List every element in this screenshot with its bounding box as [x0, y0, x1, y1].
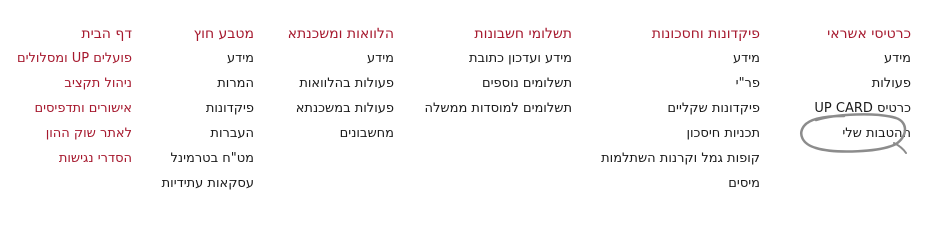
column-heading-foreign-currency[interactable]: מטבע חוץ	[162, 22, 254, 46]
menu-item-futures[interactable]: עסקאות עתידיות	[162, 171, 254, 196]
menu-item-shekel-deposits[interactable]: פיקדונות שקליים	[601, 96, 760, 121]
menu-column-account-payments: תשלומי חשבונות מידע ועדכון כתובת תשלומים…	[425, 22, 572, 121]
menu-item-savings-plans[interactable]: תכניות חיסכון	[601, 121, 760, 146]
menu-item-my-benefits[interactable]: ההטבות שלי	[814, 121, 911, 146]
menu-item-up-card[interactable]: כרטיס UP CARD	[814, 96, 911, 121]
column-heading-deposits-savings[interactable]: פיקדונות וחסכונות	[601, 22, 760, 46]
menu-item-taxes[interactable]: מיסים	[601, 171, 760, 196]
menu-item-conversions[interactable]: המרות	[162, 71, 254, 96]
quick-link-accessibility[interactable]: הסדרי נגישות	[17, 146, 132, 171]
menu-item-loan-actions[interactable]: פעולות בהלוואות	[288, 71, 394, 96]
quick-link-certificates[interactable]: אישורים ותדפיסים	[17, 96, 132, 121]
menu-column-credit-cards: כרטיסי אשראי מידע פעולות כרטיס UP CARD ה…	[814, 22, 911, 146]
menu-item-loans-info[interactable]: מידע	[288, 46, 394, 71]
menu-column-deposits-savings: פיקדונות וחסכונות מידע פר"י פיקדונות שקל…	[601, 22, 760, 196]
menu-item-government-payments[interactable]: תשלומים למוסדות ממשלה	[425, 96, 572, 121]
menu-item-pri[interactable]: פר"י	[601, 71, 760, 96]
menu-item-fx-deposits[interactable]: פיקדונות	[162, 96, 254, 121]
menu-item-fx-info[interactable]: מידע	[162, 46, 254, 71]
quick-link-home[interactable]: דף הבית	[17, 22, 132, 46]
quick-link-capital-market[interactable]: לאתר שוק ההון	[17, 121, 132, 146]
menu-column-foreign-currency: מטבע חוץ מידע המרות פיקדונות העברות מט"ח…	[162, 22, 254, 196]
menu-item-additional-payments[interactable]: תשלומים נוספים	[425, 71, 572, 96]
menu-column-loans-mortgage: הלוואות ומשכנתא מידע פעולות בהלוואות פעו…	[288, 22, 394, 146]
menu-item-fx-terminal[interactable]: מט"ח בטרמינל	[162, 146, 254, 171]
menu-item-calculators[interactable]: מחשבונים	[288, 121, 394, 146]
column-heading-credit-cards[interactable]: כרטיסי אשראי	[814, 22, 911, 46]
column-heading-loans-mortgage[interactable]: הלוואות ומשכנתא	[288, 22, 394, 46]
menu-item-transfers[interactable]: העברות	[162, 121, 254, 146]
column-heading-account-payments[interactable]: תשלומי חשבונות	[425, 22, 572, 46]
mega-menu: כרטיסי אשראי מידע פעולות כרטיס UP CARD ה…	[0, 0, 929, 222]
quick-link-up-tracks[interactable]: פועלים UP ומסלולים	[17, 46, 132, 71]
menu-item-info-update-address[interactable]: מידע ועדכון כתובת	[425, 46, 572, 71]
quick-link-budget[interactable]: ניהול תקציב	[17, 71, 132, 96]
menu-item-credit-cards-actions[interactable]: פעולות	[814, 71, 911, 96]
menu-item-credit-cards-info[interactable]: מידע	[814, 46, 911, 71]
menu-item-provident-funds[interactable]: קופות גמל וקרנות השתלמות	[601, 146, 760, 171]
menu-item-mortgage-actions[interactable]: פעולות במשכנתא	[288, 96, 394, 121]
menu-column-quick-links: דף הבית פועלים UP ומסלולים ניהול תקציב א…	[17, 22, 132, 171]
menu-item-deposits-info[interactable]: מידע	[601, 46, 760, 71]
